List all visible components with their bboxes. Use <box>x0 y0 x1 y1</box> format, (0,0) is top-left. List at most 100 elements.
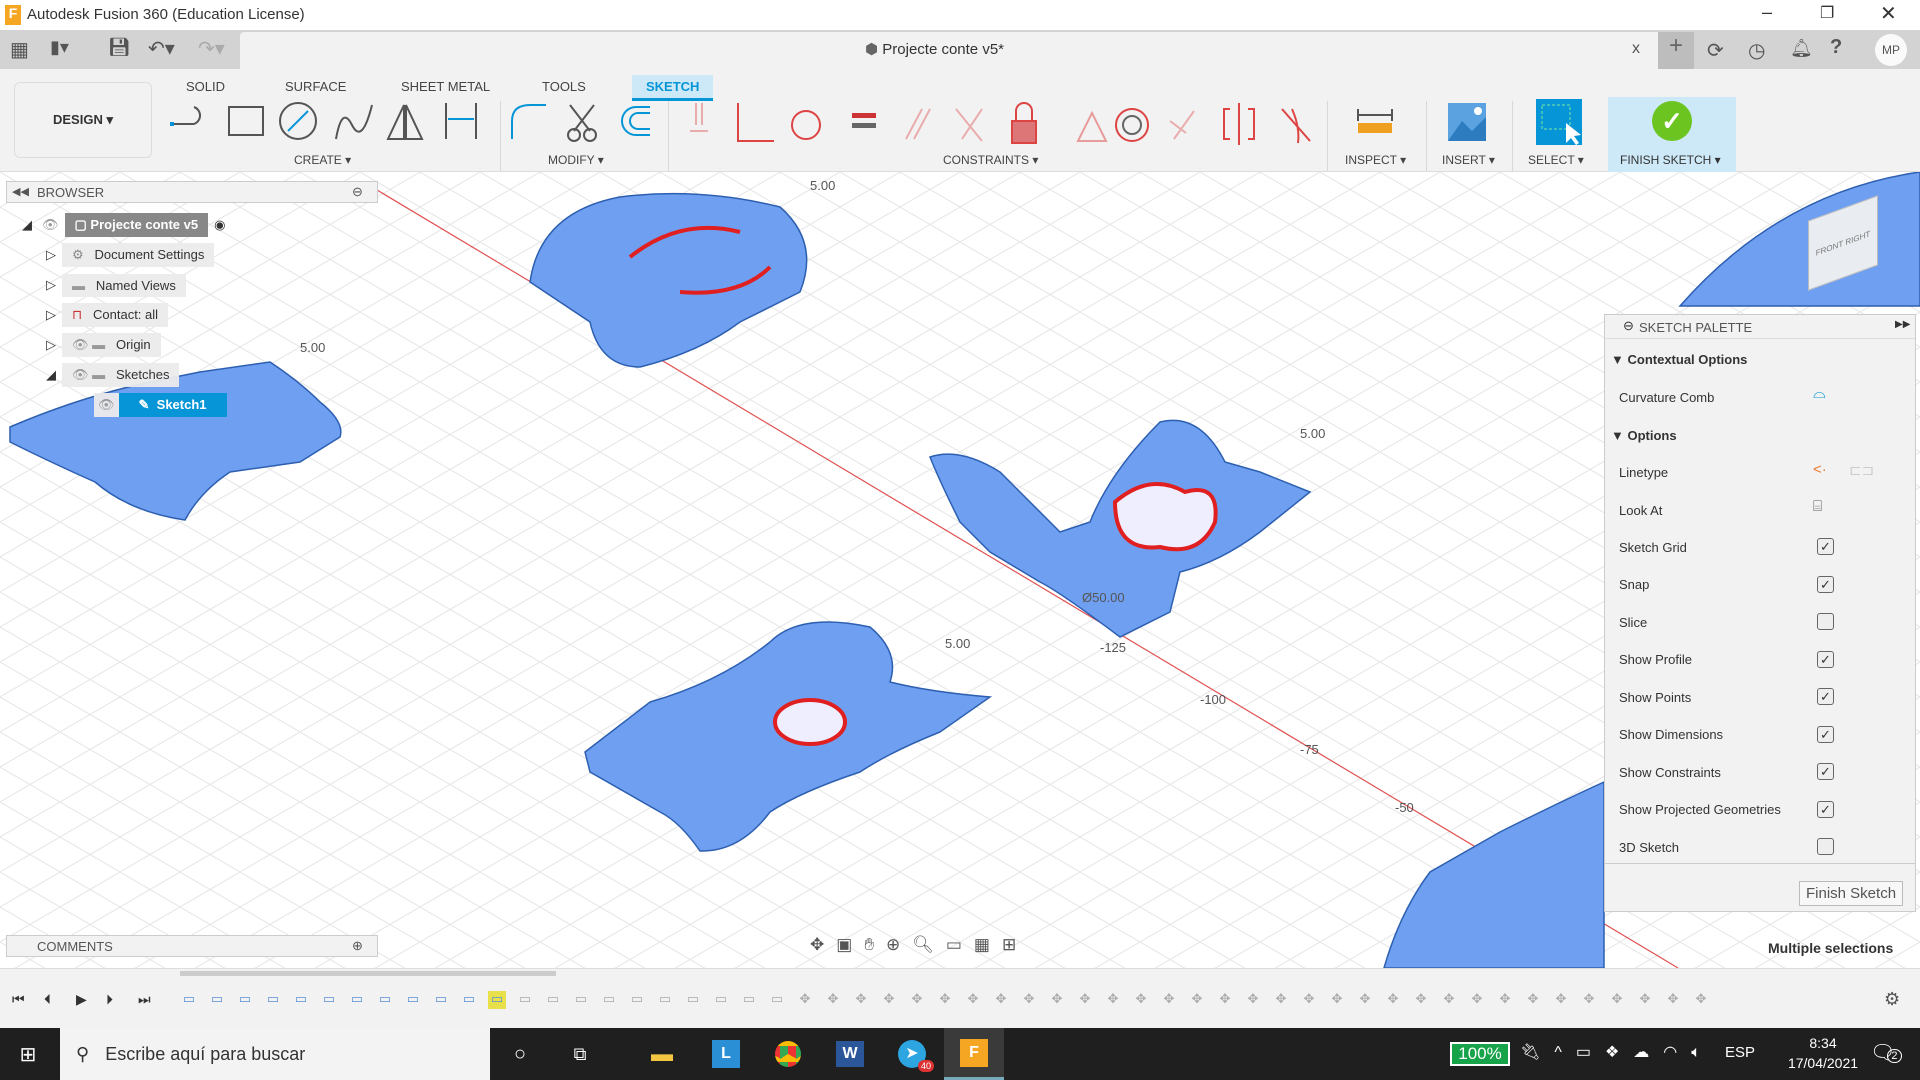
timeline-feature[interactable]: ✥ <box>1300 991 1318 1009</box>
timeline-feature[interactable]: ✥ <box>1104 991 1122 1009</box>
tree-item-origin[interactable]: ▷ 👁︎ ▬ Origin <box>46 333 227 357</box>
timeline-feature[interactable]: ✥ <box>852 991 870 1009</box>
add-comment-icon[interactable]: ⊕ <box>352 938 363 954</box>
file-explorer-icon[interactable]: ▬ <box>636 1028 688 1080</box>
lightshot-app-icon[interactable]: L <box>712 1040 740 1068</box>
symmetry-constraint-icon[interactable] <box>1223 103 1255 145</box>
timeline-feature[interactable]: ✥ <box>1384 991 1402 1009</box>
timeline-feature[interactable]: ✥ <box>964 991 982 1009</box>
timeline-feature[interactable]: ✥ <box>1636 991 1654 1009</box>
search-box[interactable]: ⚲ Escribe aquí para buscar <box>60 1028 490 1080</box>
battery-indicator[interactable]: 100% <box>1450 1042 1510 1066</box>
select-menu[interactable]: SELECT ▾ <box>1528 153 1584 167</box>
save-icon[interactable]: 💾︎ <box>108 37 131 58</box>
tree-item-contact[interactable]: ▷ ⊓ Contact: all <box>46 303 227 327</box>
notifications-button[interactable]: 🗨︎2 <box>1870 1040 1902 1065</box>
look-at-icon[interactable]: ▣ <box>836 935 864 954</box>
checkbox-show-constraints[interactable]: ✓ <box>1817 763 1834 780</box>
finish-sketch-palette-button[interactable]: Finish Sketch <box>1799 881 1904 906</box>
go-to-end-icon[interactable]: ⏭ <box>138 991 151 1008</box>
job-status-icon[interactable]: ⟳ <box>1707 38 1724 63</box>
timeline-feature[interactable]: ▭ <box>768 991 786 1009</box>
timeline-feature[interactable]: ▭ <box>684 991 702 1009</box>
timeline-feature[interactable]: ▭ <box>432 991 450 1009</box>
timeline-feature[interactable]: ▭ <box>180 991 198 1009</box>
collinear-constraint-icon[interactable] <box>1169 110 1195 140</box>
palette-header[interactable]: ⊖ SKETCH PALETTE ▶▶ <box>1605 315 1915 339</box>
timeline-feature[interactable]: ✥ <box>1580 991 1598 1009</box>
redo-icon[interactable]: ↷▾ <box>198 36 225 61</box>
timeline-feature[interactable]: ✥ <box>1272 991 1290 1009</box>
grid-settings-icon[interactable]: ▦ <box>974 935 1002 954</box>
fix-constraint-icon[interactable] <box>1011 102 1037 144</box>
chrome-icon[interactable] <box>775 1041 801 1067</box>
centerline-linetype-icon[interactable]: ⊏⊐ <box>1849 461 1874 479</box>
timeline-feature[interactable]: ▭ <box>320 991 338 1009</box>
timeline-feature[interactable]: ✥ <box>796 991 814 1009</box>
look-at-icon[interactable]: ⌸ <box>1813 498 1822 515</box>
timeline-feature[interactable]: ▭ <box>516 991 534 1009</box>
timeline-feature[interactable]: ✥ <box>992 991 1010 1009</box>
midpoint-constraint-icon[interactable] <box>1076 110 1108 142</box>
timeline-feature[interactable]: ▭ <box>488 991 506 1009</box>
timeline-feature[interactable]: ✥ <box>1496 991 1514 1009</box>
close-tab-button[interactable]: x <box>1632 40 1640 58</box>
browser-panel-header[interactable]: ◀◀ BROWSER ⊖ <box>6 181 378 203</box>
timeline-feature[interactable]: ✥ <box>1160 991 1178 1009</box>
finish-sketch-button[interactable]: ✓ FINISH SKETCH ▾ <box>1608 97 1736 172</box>
step-forward-icon[interactable]: ⏵ <box>106 991 113 1008</box>
file-menu-icon[interactable]: ▮▾ <box>50 37 69 58</box>
timeline-feature[interactable]: ✥ <box>1188 991 1206 1009</box>
timeline-feature[interactable]: ▭ <box>236 991 254 1009</box>
timeline-feature[interactable]: ▭ <box>404 991 422 1009</box>
task-view-icon[interactable]: ⧉ <box>554 1028 606 1080</box>
curvature-comb-icon[interactable]: ⌓ <box>1813 385 1826 403</box>
timeline-feature[interactable]: ▭ <box>348 991 366 1009</box>
options-section[interactable]: ▼ Options <box>1611 425 1677 445</box>
timeline-settings-gear-icon[interactable]: ⚙ <box>1884 989 1900 1010</box>
timeline-feature[interactable]: ✥ <box>1356 991 1374 1009</box>
timeline-feature[interactable]: ✥ <box>1216 991 1234 1009</box>
timeline-feature[interactable]: ▭ <box>292 991 310 1009</box>
new-tab-button[interactable]: + <box>1658 32 1694 69</box>
restore-button[interactable]: ❐ <box>1820 3 1834 23</box>
parallel-constraint-icon[interactable] <box>905 108 931 140</box>
selected-profile[interactable] <box>773 698 847 746</box>
timeline-feature[interactable]: ✥ <box>1412 991 1430 1009</box>
timeline-feature[interactable]: ▭ <box>376 991 394 1009</box>
clock-icon[interactable]: ◷ <box>1748 38 1765 63</box>
tree-item-sketch1[interactable]: 👁︎ ✎ Sketch1 <box>94 393 227 417</box>
timeline-feature[interactable]: ✥ <box>936 991 954 1009</box>
account-avatar[interactable]: MP <box>1875 34 1907 66</box>
show-hidden-icons-chevron[interactable]: ^ <box>1554 1044 1576 1061</box>
pin-icon[interactable]: ⊖ <box>352 184 363 200</box>
timeline-scrollbar[interactable] <box>180 971 556 976</box>
checkbox-sketch-grid[interactable]: ✓ <box>1817 538 1834 555</box>
clock[interactable]: 8:34 17/04/2021 <box>1778 1033 1868 1073</box>
timeline-feature[interactable]: ✥ <box>1076 991 1094 1009</box>
modify-menu[interactable]: MODIFY ▾ <box>548 153 604 167</box>
mirror-tool-icon[interactable] <box>386 104 424 140</box>
timeline-feature[interactable]: ▭ <box>628 991 646 1009</box>
tree-item-root[interactable]: ◢ 👁︎ ▢ Projecte conte v5 ◉ <box>22 213 227 237</box>
timeline-feature[interactable]: ▭ <box>740 991 758 1009</box>
bell-icon[interactable]: 🔔︎ <box>1790 38 1813 59</box>
spline-tool-icon[interactable] <box>335 104 373 140</box>
tree-item-named-views[interactable]: ▷ ▬ Named Views <box>46 273 227 297</box>
concentric-constraint-icon[interactable] <box>1115 108 1149 142</box>
timeline-feature[interactable]: ▭ <box>712 991 730 1009</box>
timeline-feature[interactable]: ✥ <box>1244 991 1262 1009</box>
timeline-feature[interactable]: ✥ <box>1020 991 1038 1009</box>
timeline-feature[interactable]: ✥ <box>1692 991 1710 1009</box>
dimension-label[interactable]: Ø50.00 <box>1082 590 1125 605</box>
collapse-icon[interactable]: ◀◀ <box>12 185 29 198</box>
insert-menu[interactable]: INSERT ▾ <box>1442 153 1495 167</box>
timeline-feature[interactable]: ▭ <box>264 991 282 1009</box>
timeline-feature[interactable]: ✥ <box>1328 991 1346 1009</box>
timeline-feature[interactable]: ✥ <box>1552 991 1570 1009</box>
equal-constraint-icon[interactable] <box>852 113 876 128</box>
inspect-menu[interactable]: INSPECT ▾ <box>1345 153 1406 167</box>
circle-tool-icon[interactable] <box>279 102 317 140</box>
timeline-feature[interactable]: ▭ <box>544 991 562 1009</box>
zoom-icon[interactable]: ⊕ <box>886 935 912 954</box>
